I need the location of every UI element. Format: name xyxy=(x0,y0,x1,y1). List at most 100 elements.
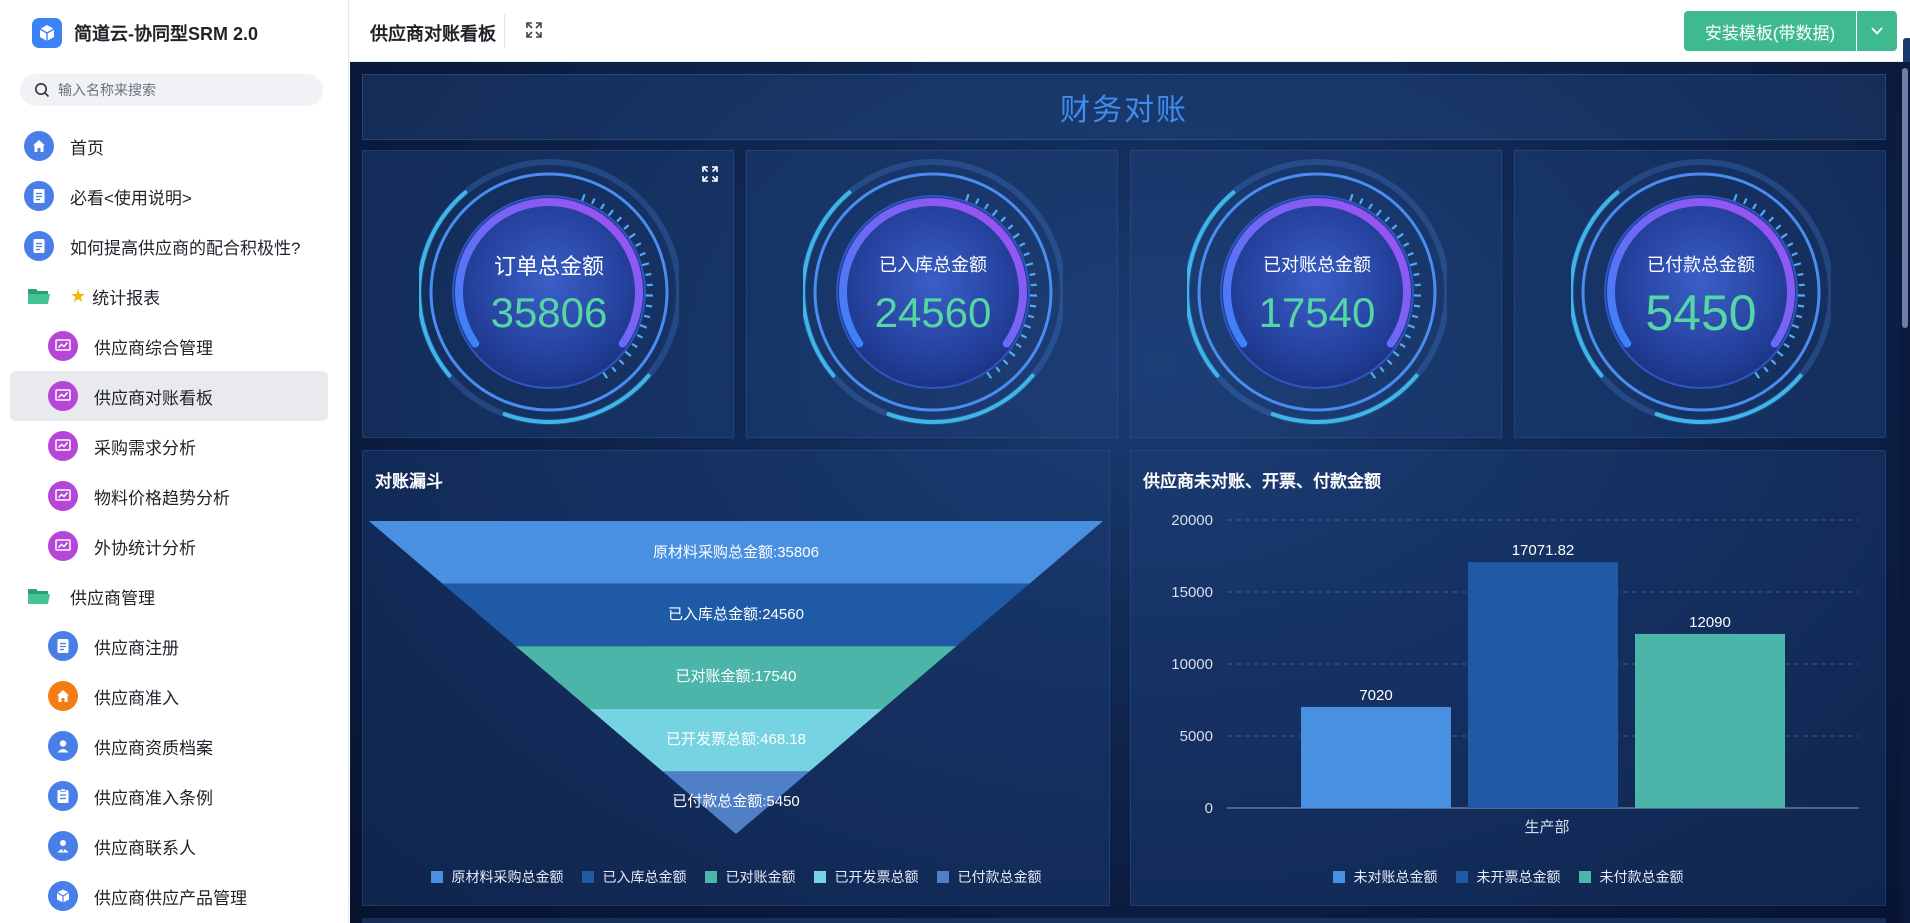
chart-report-icon xyxy=(48,331,78,361)
legend-item[interactable]: 已对账金额 xyxy=(704,867,796,887)
y-tick-label: 0 xyxy=(1205,800,1213,817)
gauge-tick xyxy=(611,366,617,373)
legend-swatch xyxy=(813,871,826,883)
bar[interactable] xyxy=(1635,633,1785,808)
legend-swatch xyxy=(1578,871,1591,883)
dashboard-title: 财务对账 xyxy=(1060,94,1188,127)
sidebar-item-supplier-admission[interactable]: 供应商准入 xyxy=(10,671,328,721)
app-logo-icon xyxy=(32,18,62,48)
gauge-tick xyxy=(1019,242,1026,247)
sidebar-group-reports[interactable]: ★ 统计报表 xyxy=(10,271,328,321)
gauge-tick xyxy=(1384,216,1391,223)
sidebar-item-reconciliation-board[interactable]: 供应商对账看板 xyxy=(10,371,328,421)
install-dropdown-button[interactable] xyxy=(1857,11,1897,51)
gauge-tick xyxy=(1742,198,1748,205)
kpi-card-reconciled-total[interactable]: 已对账总金额 17540 xyxy=(1130,150,1502,438)
sidebar-item-demand-analysis[interactable]: 采购需求分析 xyxy=(10,421,328,471)
kpi-label: 已付款总金额 xyxy=(1647,255,1755,275)
legend-item[interactable]: 已入库总金额 xyxy=(581,867,687,887)
gauge-tick xyxy=(1358,198,1364,205)
search-input[interactable] xyxy=(58,82,298,98)
folder-open-icon xyxy=(24,581,54,611)
user-profile-icon xyxy=(48,731,78,761)
legend-swatch xyxy=(1455,871,1468,883)
chevron-down-icon xyxy=(1871,27,1883,35)
legend-label: 已开发票总额 xyxy=(834,869,919,885)
sidebar-item-supplier-products[interactable]: 供应商供应产品管理 xyxy=(10,871,328,921)
legend-label: 未付款总金额 xyxy=(1599,869,1684,885)
legend-item[interactable]: 未开票总金额 xyxy=(1455,867,1561,887)
sidebar-nav: 首页 必看<使用说明> 如何提高供应商的配合积极性? ★ 统计报表 供应商综合管… xyxy=(10,121,328,921)
legend-item[interactable]: 已付款总金额 xyxy=(936,867,1042,887)
kpi-card-order-total[interactable]: 订单总金额 35806 xyxy=(362,150,734,438)
chart-report-icon xyxy=(48,481,78,511)
folder-open-icon xyxy=(24,281,54,311)
bar-value-label: 12090 xyxy=(1689,614,1731,631)
funnel-stage-label: 已付款总金额:5450 xyxy=(672,793,800,810)
sidebar-item-instructions[interactable]: 必看<使用说明> xyxy=(10,171,328,221)
sidebar-item-supplier-overview[interactable]: 供应商综合管理 xyxy=(10,321,328,371)
sidebar-item-supplier-registration[interactable]: 供应商注册 xyxy=(10,621,328,671)
sidebar-item-label: 采购需求分析 xyxy=(94,438,196,458)
gauge-tick xyxy=(1768,216,1775,223)
app-title: 简道云-协同型SRM 2.0 xyxy=(74,24,259,44)
page-title: 供应商对账看板 xyxy=(370,24,496,44)
sidebar: 简道云-协同型SRM 2.0 首页 必看<使用说明> 如何提高供应商的配合积极性… xyxy=(0,0,349,923)
bar-chart[interactable]: 0 5000 10000 15000 20000 7020 17071.82 12090 生产部 xyxy=(1131,451,1887,907)
sidebar-item-label: 供应商联系人 xyxy=(94,838,196,858)
legend-item[interactable]: 未付款总金额 xyxy=(1578,867,1684,887)
kpi-label: 已入库总金额 xyxy=(879,255,987,275)
sidebar-item-admission-rules[interactable]: 供应商准入条例 xyxy=(10,771,328,821)
gauge-tick xyxy=(1775,224,1782,230)
app-brand[interactable]: 简道云-协同型SRM 2.0 xyxy=(32,18,258,48)
gauge-tick xyxy=(1787,242,1794,247)
kpi-value: 17540 xyxy=(1258,289,1376,336)
gauge-tick xyxy=(1751,203,1758,210)
bar[interactable] xyxy=(1301,706,1451,808)
chart-report-icon xyxy=(48,531,78,561)
clipboard-icon xyxy=(48,781,78,811)
legend-item[interactable]: 原材料采购总金额 xyxy=(430,867,564,887)
legend-label: 已付款总金额 xyxy=(957,869,1042,885)
bar-value-label: 7020 xyxy=(1359,687,1392,704)
install-template-button[interactable]: 安装模板(带数据) xyxy=(1684,11,1856,51)
sidebar-item-supplier-contacts[interactable]: 供应商联系人 xyxy=(10,821,328,871)
search-icon xyxy=(35,83,50,98)
scrollbar-thumb[interactable] xyxy=(1902,68,1908,328)
legend-swatch xyxy=(704,871,717,883)
legend-item[interactable]: 已开发票总额 xyxy=(813,867,919,887)
gauge-tick xyxy=(631,342,638,349)
sidebar-item-label: 供应商准入条例 xyxy=(94,788,213,808)
sidebar-item-label: 供应商对账看板 xyxy=(94,388,213,408)
kpi-card-paid-total[interactable]: 已付款总金额 5450 xyxy=(1514,150,1886,438)
kpi-value: 24560 xyxy=(874,289,992,336)
sidebar-item-home[interactable]: 首页 xyxy=(10,121,328,171)
sidebar-item-price-trend[interactable]: 物料价格趋势分析 xyxy=(10,471,328,521)
bar[interactable] xyxy=(1468,562,1618,808)
x-tick-label: 生产部 xyxy=(1524,819,1569,836)
search-box[interactable] xyxy=(20,74,323,106)
y-tick-label: 10000 xyxy=(1171,656,1213,673)
sidebar-item-supplier-qualification[interactable]: 供应商资质档案 xyxy=(10,721,328,771)
gauge-tick xyxy=(1391,224,1398,230)
gauge-tick xyxy=(635,242,642,247)
sidebar-item-supplier-engagement[interactable]: 如何提高供应商的配合积极性? xyxy=(10,221,328,271)
kpi-card-received-total[interactable]: 已入库总金额 24560 xyxy=(746,150,1118,438)
gauge-tick xyxy=(1379,366,1385,373)
legend-swatch xyxy=(430,871,443,883)
bar-chart-panel: 供应商未对账、开票、付款金额 0 5000 10000 15000 20000 7020 1… xyxy=(1130,450,1886,906)
fullscreen-icon[interactable] xyxy=(524,20,544,40)
sidebar-item-label: 外协统计分析 xyxy=(94,538,196,558)
sidebar-item-outsourcing-stats[interactable]: 外协统计分析 xyxy=(10,521,328,571)
sidebar-item-label: 如何提高供应商的配合积极性? xyxy=(70,238,301,258)
legend-item[interactable]: 未对账总金额 xyxy=(1332,867,1438,887)
chart-report-icon xyxy=(48,431,78,461)
gauge-tick xyxy=(1403,242,1410,247)
legend-swatch xyxy=(581,871,594,883)
legend-label: 已对账金额 xyxy=(725,869,796,885)
legend-label: 已入库总金额 xyxy=(602,869,687,885)
legend-swatch xyxy=(936,871,949,883)
kpi-value: 35806 xyxy=(490,289,608,336)
fullscreen-icon[interactable] xyxy=(701,165,719,183)
sidebar-group-supplier-management[interactable]: 供应商管理 xyxy=(10,571,328,621)
